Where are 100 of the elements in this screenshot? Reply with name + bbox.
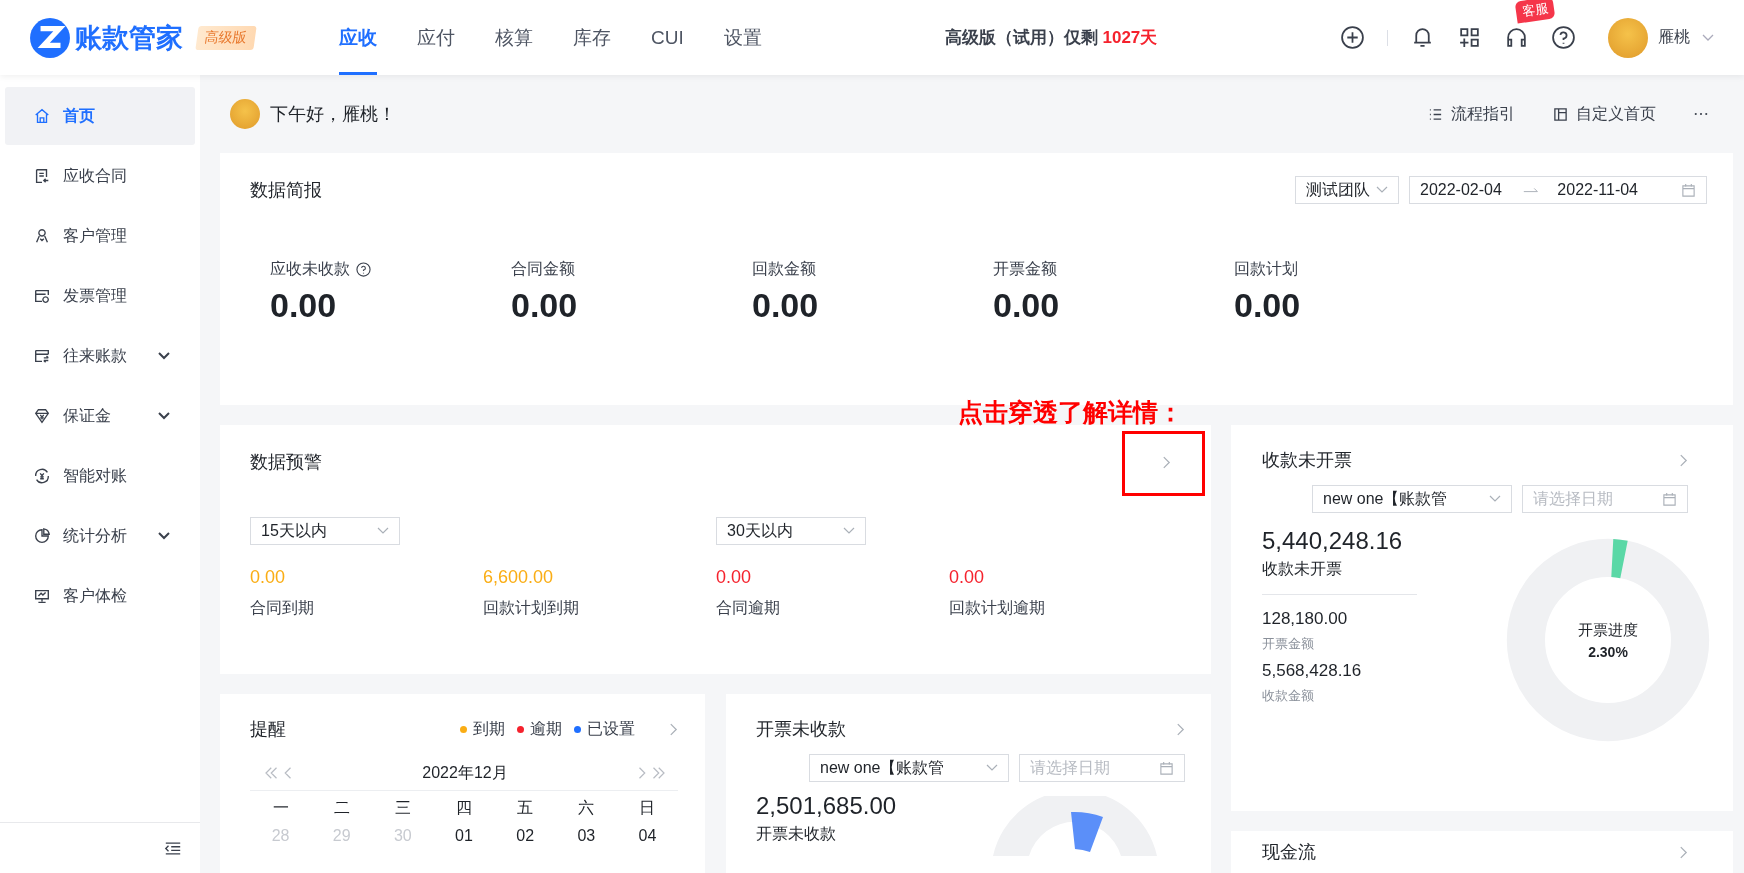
document-icon — [33, 167, 51, 185]
metric-value: 0.00 — [993, 286, 1061, 325]
apps-grid-icon[interactable] — [1457, 25, 1482, 50]
greeting-text: 下午好，雁桃！ — [270, 103, 396, 126]
monitor-icon — [33, 587, 51, 605]
metric-label: 回款计划 — [1234, 259, 1298, 279]
amount-label: 收款未开票 — [1262, 559, 1343, 579]
weekday-label: 日 — [638, 797, 657, 818]
warning-label: 回款计划逾期 — [949, 598, 1046, 618]
diamond-icon — [33, 407, 51, 425]
collapse-menu-icon[interactable] — [164, 840, 182, 856]
chevron-right-icon[interactable] — [1679, 452, 1688, 468]
pie-chart-icon — [33, 527, 51, 545]
weekday-label: 二 — [332, 797, 351, 818]
caret-icon — [986, 764, 998, 772]
user-avatar[interactable] — [1608, 17, 1648, 58]
card-title: 提醒 — [250, 718, 286, 741]
caret-icon — [1376, 186, 1388, 194]
warning-value[interactable]: 0.00 — [949, 567, 1182, 588]
layout-icon — [1553, 106, 1568, 122]
card-icon — [33, 347, 51, 365]
app-name: 账款管家 — [75, 21, 183, 55]
user-avatar — [230, 99, 260, 129]
metric-label: 回款金额 — [752, 259, 816, 279]
legend-label: 逾期 — [530, 718, 562, 739]
calendar-date[interactable]: 03 — [555, 827, 617, 845]
warning-label: 回款计划到期 — [483, 598, 580, 618]
card-title: 开票未收款 — [756, 718, 846, 741]
detail-value: 5,568,428.16 — [1262, 661, 1363, 681]
home-icon — [33, 107, 51, 125]
nav-tab[interactable]: 应付 — [417, 0, 455, 75]
page-action-link[interactable]: 自定义首页 — [1553, 103, 1656, 125]
nav-tab[interactable]: 核算 — [495, 0, 533, 75]
team-select[interactable]: 测试团队 — [1295, 176, 1399, 204]
card-title: 现金流 — [1262, 841, 1316, 864]
caret-icon — [1489, 495, 1501, 503]
warning-label: 合同逾期 — [716, 598, 781, 618]
legend-label: 已设置 — [587, 718, 635, 739]
metric-value: 0.00 — [752, 286, 820, 325]
help-icon[interactable] — [356, 262, 371, 277]
company-select[interactable]: new one【账款管 — [809, 754, 1009, 782]
support-badge[interactable]: 客服 — [1514, 0, 1556, 24]
period-select[interactable]: 30天以内 — [716, 517, 866, 545]
metric-label: 开票金额 — [993, 259, 1057, 279]
metric-label: 应收未收款 — [270, 259, 350, 279]
calendar-date[interactable]: 02 — [494, 827, 556, 845]
sidebar-item[interactable]: 客户体检 — [5, 567, 195, 625]
more-icon[interactable] — [1694, 112, 1708, 116]
metric-value: 0.00 — [270, 286, 338, 325]
legend-label: 到期 — [473, 718, 505, 739]
nav-tab[interactable]: 应收 — [339, 0, 377, 75]
weekday-label: 四 — [455, 797, 473, 818]
sidebar-item[interactable]: 智能对账 — [5, 447, 195, 505]
edition-badge: 高级版 — [195, 25, 257, 50]
card-title: 数据预警 — [250, 451, 322, 474]
date-range-field[interactable]: 2022-02-04 2022-11-04 — [1409, 176, 1707, 204]
nav-tab[interactable]: CUI — [651, 0, 684, 75]
metric-label: 合同金额 — [511, 259, 575, 279]
chevron-right-icon[interactable] — [1176, 721, 1185, 737]
chevron-down-icon — [158, 352, 170, 360]
annotation-text: 点击穿透了解详情： — [958, 398, 1183, 428]
calendar-date[interactable]: 01 — [433, 827, 495, 845]
headset-icon[interactable] — [1504, 25, 1529, 50]
caret-icon[interactable] — [1702, 33, 1714, 42]
caret-icon — [377, 527, 389, 535]
sidebar-item[interactable]: 发票管理 — [5, 267, 195, 325]
weekday-label: 六 — [577, 797, 596, 818]
nav-tab[interactable]: 库存 — [573, 0, 611, 75]
company-select[interactable]: new one【账款管 — [1312, 485, 1512, 513]
page-action-link[interactable]: 流程指引 — [1428, 103, 1515, 125]
ticket-icon — [33, 287, 51, 305]
sidebar-item[interactable]: 客户管理 — [5, 207, 195, 265]
user-name[interactable]: 雁桃 — [1658, 27, 1690, 48]
chevron-down-icon — [158, 412, 170, 420]
detail-value: 128,180.00 — [1262, 609, 1349, 629]
sidebar-item[interactable]: 保证金 — [5, 387, 195, 445]
weekday-label: 五 — [516, 797, 535, 818]
caret-icon — [843, 527, 855, 535]
metric-value: 0.00 — [1234, 286, 1302, 325]
nav-tab[interactable]: 设置 — [723, 0, 762, 75]
calendar-date[interactable]: 04 — [616, 827, 678, 845]
sidebar-item[interactable]: 应收合同 — [5, 147, 195, 205]
amount-value: 2,501,685.00 — [756, 792, 897, 820]
sidebar-item[interactable]: 往来账款 — [5, 327, 195, 385]
card-title: 收款未开票 — [1262, 449, 1352, 472]
sidebar-item[interactable]: 首页 — [5, 87, 195, 145]
weekday-label: 一 — [271, 797, 290, 818]
chevron-right-icon[interactable] — [1679, 844, 1688, 860]
period-select[interactable]: 15天以内 — [250, 517, 400, 545]
add-icon[interactable] — [1340, 25, 1365, 50]
chevron-right-icon[interactable] — [1162, 454, 1171, 470]
help-icon[interactable] — [1551, 25, 1576, 50]
warning-value[interactable]: 0.00 — [716, 567, 949, 588]
chevron-right-icon[interactable] — [669, 721, 678, 737]
sidebar-item[interactable]: 统计分析 — [5, 507, 195, 565]
person-icon — [33, 227, 51, 245]
yuan-cycle-icon — [33, 467, 51, 485]
warning-label: 合同到期 — [250, 598, 315, 618]
calendar-icon — [1681, 182, 1696, 198]
calendar-icon — [1662, 491, 1677, 507]
